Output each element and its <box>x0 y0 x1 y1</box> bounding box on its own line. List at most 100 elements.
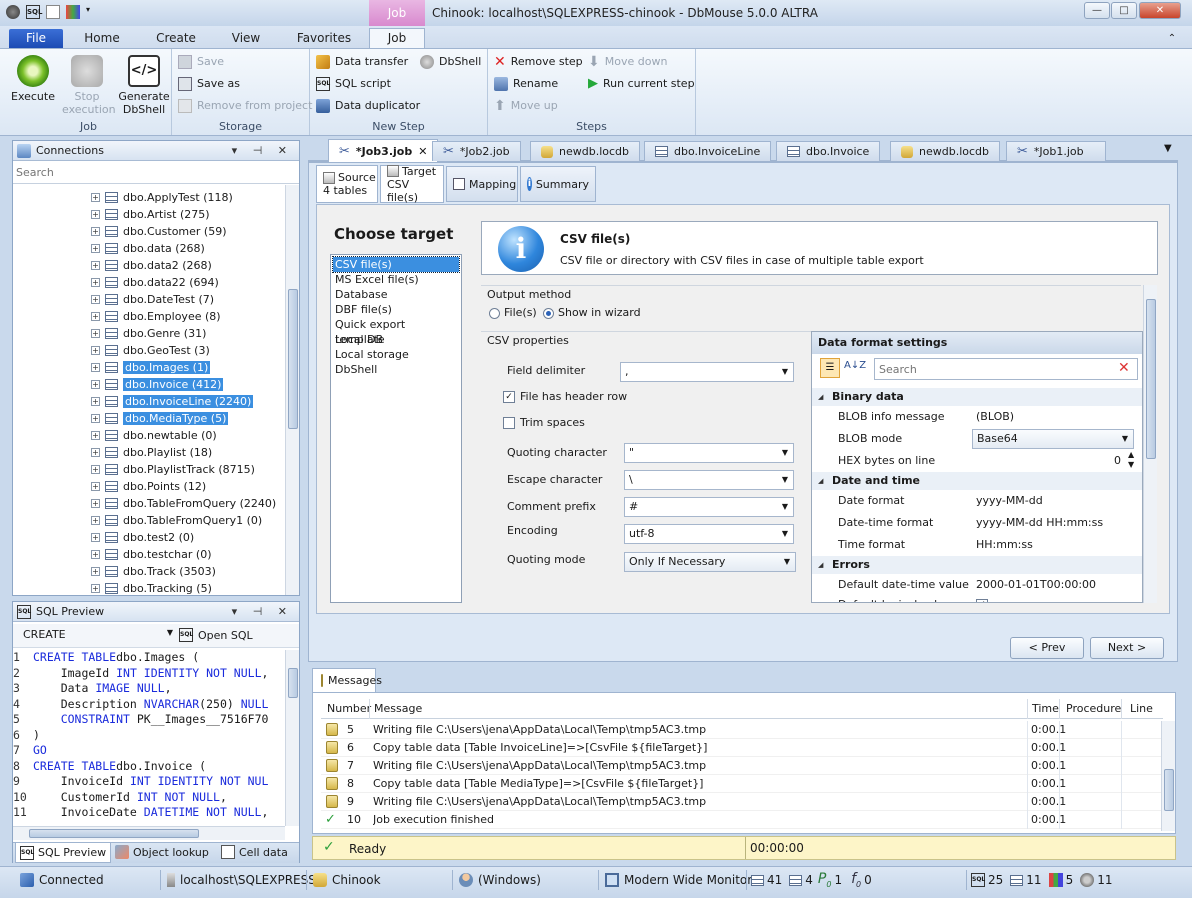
stop-execution-button[interactable]: Stop execution <box>62 55 116 116</box>
tab-create[interactable]: Create <box>152 29 200 48</box>
execute-button[interactable]: Execute <box>8 55 58 103</box>
prop-blob-info[interactable]: BLOB info message (BLOB) <box>812 406 1142 428</box>
sql-code-editor[interactable]: 1 CREATE TABLEdbo.Images (2 ImageId INT I… <box>13 650 283 826</box>
tree-item[interactable]: + dbo.Images (1) <box>91 359 211 376</box>
messages-scrollbar[interactable] <box>1161 721 1175 831</box>
col-message[interactable]: Message <box>369 699 426 719</box>
field-delimiter-select[interactable]: , ▼ <box>620 362 794 382</box>
target-list[interactable]: CSV file(s) MS Excel file(s) Database DBF f… <box>330 254 462 603</box>
palette-icon[interactable] <box>66 5 80 19</box>
next-button[interactable]: Next > <box>1090 637 1164 659</box>
tree-item[interactable]: + dbo.GeoTest (3) <box>91 342 210 359</box>
expand-icon[interactable]: + <box>91 193 100 202</box>
expand-icon[interactable]: + <box>91 465 100 474</box>
dbshell-button[interactable]: DbShell <box>420 53 481 71</box>
doc-tab-job1[interactable]: ✂ *Job1.job <box>1006 141 1106 161</box>
expand-icon[interactable]: + <box>91 295 100 304</box>
data-duplicator-button[interactable]: Data duplicator <box>316 97 420 115</box>
expand-icon[interactable]: + <box>91 516 100 525</box>
expand-icon[interactable]: + <box>91 431 100 440</box>
connections-search-input[interactable] <box>13 162 299 184</box>
expand-icon[interactable]: + <box>91 329 100 338</box>
scroll-thumb[interactable] <box>288 668 298 698</box>
tree-item[interactable]: + dbo.PlaylistTrack (8715) <box>91 461 255 478</box>
scroll-thumb[interactable] <box>288 289 298 429</box>
col-number[interactable]: Number <box>327 702 371 715</box>
tree-item[interactable]: + dbo.TableFromQuery1 (0) <box>91 512 262 529</box>
generate-dbshell-button[interactable]: </> Generate DbShell <box>116 55 172 116</box>
tree-item[interactable]: + dbo.Tracking (5) <box>91 580 212 595</box>
prop-blob-mode[interactable]: BLOB mode Base64 ▼ <box>812 428 1142 450</box>
message-row[interactable]: 6 Copy table data [Table InvoiceLine]=>[C… <box>321 739 1163 757</box>
message-row[interactable]: 9 Writing file C:\Users\jena\AppData\Loca… <box>321 793 1163 811</box>
target-item[interactable]: DbShell <box>333 362 459 377</box>
expand-icon[interactable]: + <box>91 414 100 423</box>
wizard-tab-source[interactable]: Source 4 tables <box>316 165 378 203</box>
expand-icon[interactable]: + <box>91 448 100 457</box>
tree-item[interactable]: + dbo.data (268) <box>91 240 205 257</box>
scroll-thumb[interactable] <box>1164 769 1174 811</box>
chevron-down-icon[interactable]: ▾ <box>86 5 90 19</box>
message-row[interactable]: ✓ 10 Job execution finished 0:00.1 <box>321 811 1163 829</box>
prop-datetime-format[interactable]: Date-time format yyyy-MM-dd HH:mm:ss <box>812 512 1142 534</box>
spinner-icon[interactable]: ▲ ▼ <box>1128 450 1134 470</box>
expand-icon[interactable]: + <box>91 567 100 576</box>
categorized-icon[interactable]: ☰ <box>820 358 840 378</box>
ribbon-collapse-icon[interactable]: ⌃ <box>1164 29 1180 48</box>
tree-item[interactable]: + dbo.Genre (31) <box>91 325 206 342</box>
wizard-scrollbar[interactable] <box>1143 285 1157 603</box>
target-item[interactable]: Quick export template <box>333 317 459 346</box>
output-wizard-radio[interactable]: Show in wizard <box>543 306 641 319</box>
maximize-button[interactable]: □ <box>1111 2 1137 19</box>
category-errors[interactable]: Errors <box>812 556 1142 574</box>
tree-item[interactable]: + dbo.Track (3503) <box>91 563 216 580</box>
move-down-button[interactable]: ⬇ Move down <box>588 53 667 71</box>
open-sql-button[interactable]: SQL Open SQL <box>179 628 253 642</box>
quoting-character-select[interactable]: " ▼ <box>624 443 794 463</box>
doc-tabs-menu-icon[interactable]: ▼ <box>1164 143 1172 154</box>
tab-favorites[interactable]: Favorites <box>294 29 354 48</box>
save-as-button[interactable]: Save as <box>178 75 240 93</box>
sql-mode-select[interactable]: CREATE ▼ <box>23 628 173 644</box>
format-search-input[interactable] <box>874 358 1138 380</box>
new-file-icon[interactable] <box>46 5 60 19</box>
close-button[interactable]: ✕ <box>1139 2 1181 19</box>
col-line[interactable]: Line <box>1121 699 1161 719</box>
expand-icon[interactable]: + <box>91 363 100 372</box>
expand-icon[interactable]: + <box>91 550 100 559</box>
tree-item[interactable]: + dbo.MediaType (5) <box>91 410 229 427</box>
message-row[interactable]: 8 Copy table data [Table MediaType]=>[Csv… <box>321 775 1163 793</box>
prop-default-logical[interactable]: Default logical value✓ <box>812 594 1142 602</box>
close-icon[interactable]: ✕ <box>418 145 427 158</box>
expand-icon[interactable]: + <box>91 397 100 406</box>
prop-hex-bytes[interactable]: HEX bytes on line 0 ▲ ▼ <box>812 450 1142 472</box>
tab-home[interactable]: Home <box>80 29 124 48</box>
target-item[interactable]: Local DB <box>333 332 459 347</box>
wizard-tab-summary[interactable]: i Summary <box>520 166 596 202</box>
target-item[interactable]: DBF file(s) <box>333 302 459 317</box>
message-row[interactable]: 5 Writing file C:\Users\jena\AppData\Loca… <box>321 721 1163 739</box>
scroll-thumb[interactable] <box>1146 299 1156 459</box>
prop-date-format[interactable]: Date format yyyy-MM-dd <box>812 490 1142 512</box>
prop-time-format[interactable]: Time format HH:mm:ss <box>812 534 1142 556</box>
category-binary-data[interactable]: Binary data <box>812 388 1142 406</box>
escape-character-select[interactable]: \ ▼ <box>624 470 794 490</box>
tree-item[interactable]: + dbo.data2 (268) <box>91 257 212 274</box>
category-date-and-time[interactable]: Date and time <box>812 472 1142 490</box>
rename-button[interactable]: Rename <box>494 75 558 93</box>
expand-icon[interactable]: + <box>91 227 100 236</box>
target-item[interactable]: CSV file(s) <box>332 256 460 273</box>
trim-spaces-checkbox[interactable]: Trim spaces <box>503 416 585 429</box>
wizard-tab-target[interactable]: Target CSV file(s) <box>380 165 444 204</box>
tree-item[interactable]: + dbo.Customer (59) <box>91 223 227 240</box>
tab-job[interactable]: Job <box>369 28 425 49</box>
tree-item[interactable]: + dbo.testchar (0) <box>91 546 211 563</box>
checkbox-checked-icon[interactable]: ✓ <box>976 599 988 602</box>
expand-icon[interactable]: + <box>91 278 100 287</box>
move-up-button[interactable]: ⬆ Move up <box>494 97 558 115</box>
expand-icon[interactable]: + <box>91 380 100 389</box>
tree-scrollbar[interactable] <box>285 185 299 595</box>
header-row-checkbox[interactable]: ✓ File has header row <box>503 390 627 403</box>
expand-icon[interactable]: + <box>91 584 100 593</box>
doc-tab-job2[interactable]: ✂ *Job2.job <box>432 141 521 161</box>
